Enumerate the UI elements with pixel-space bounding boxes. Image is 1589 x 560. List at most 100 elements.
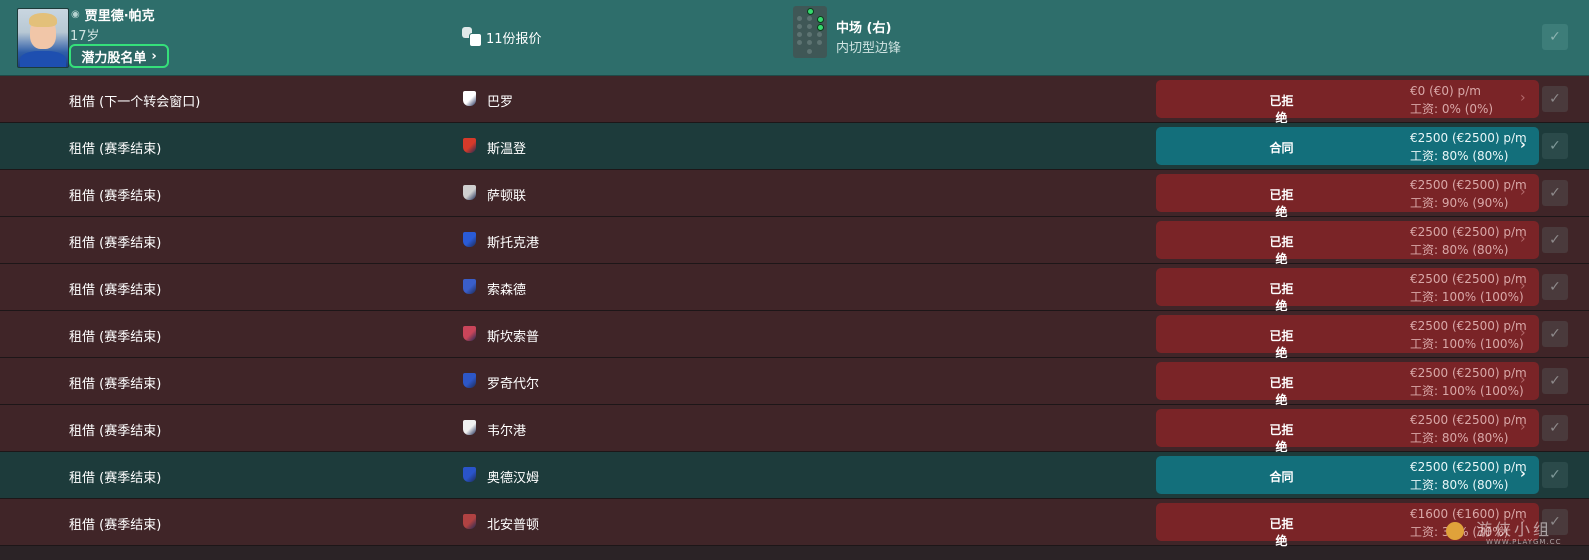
offer-fee: €0 (€0) p/m [1410,84,1481,98]
shortlist-button[interactable]: 潜力股名单 › [69,44,169,68]
check-icon[interactable]: ✓ [1542,180,1568,206]
offer-status-button[interactable]: 已拒绝 €2500 (€2500) p/m 工资: 80% (80%) › [1156,409,1539,454]
club-name[interactable]: 萨顿联 [487,185,526,204]
offer-status: 已拒绝 [1269,329,1294,360]
club-name[interactable]: 斯温登 [487,138,526,157]
table-row[interactable]: 租借 (赛季结束) 韦尔港 已拒绝 €2500 (€2500) p/m 工资: … [0,405,1589,454]
club-name[interactable]: 斯坎索普 [487,326,539,345]
club-name[interactable]: 韦尔港 [487,420,526,439]
person-icon: ◉ [71,9,80,20]
position-pitch-icon [793,6,827,58]
club-badge-icon [463,232,476,247]
check-icon[interactable]: ✓ [1542,274,1568,300]
chevron-right-icon: › [1520,419,1526,435]
offer-fee: €2500 (€2500) p/m [1410,460,1527,474]
club-badge-icon [463,138,476,153]
player-age: 17岁 [70,29,100,44]
offer-status: 已拒绝 [1269,517,1294,548]
offer-wage: 工资: 100% (100%) [1410,290,1524,304]
watermark-url: WWW.PLAYGM.CC [1486,538,1562,546]
offer-wage: 工资: 100% (100%) [1410,337,1524,351]
table-row[interactable]: 租借 (赛季结束) 斯温登 合同 €2500 (€2500) p/m 工资: 8… [0,123,1589,170]
club-name[interactable]: 北安普顿 [487,514,539,533]
offer-status-button[interactable]: 已拒绝 €2500 (€2500) p/m 工资: 90% (90%) › [1156,174,1539,219]
table-row[interactable]: 租借 (赛季结束) 奥德汉姆 合同 €2500 (€2500) p/m 工资: … [0,452,1589,499]
check-icon[interactable]: ✓ [1542,24,1568,50]
offer-status: 已拒绝 [1269,235,1294,266]
club-name[interactable]: 索森德 [487,279,526,298]
table-row[interactable]: 租借 (赛季结束) 北安普顿 已拒绝 €1600 (€1600) p/m 工资:… [0,499,1589,548]
offer-wage: 工资: 100% (100%) [1410,384,1524,398]
shortlist-label: 潜力股名单 [81,50,147,66]
offer-wage: 工资: 90% (90%) [1410,196,1509,210]
deal-type: 租借 (赛季结束) [69,424,162,439]
table-row[interactable]: 租借 (赛季结束) 斯托克港 已拒绝 €2500 (€2500) p/m 工资:… [0,217,1589,266]
chevron-right-icon: › [1520,372,1526,388]
offer-status-button[interactable]: 合同 €2500 (€2500) p/m 工资: 80% (80%) › [1156,456,1539,494]
deal-type: 租借 (赛季结束) [69,142,162,157]
table-row[interactable]: 租借 (赛季结束) 索森德 已拒绝 €2500 (€2500) p/m 工资: … [0,264,1589,313]
offer-wage: 工资: 80% (80%) [1410,149,1509,163]
deal-type: 租借 (赛季结束) [69,236,162,251]
table-row[interactable]: 租借 (下一个转会窗口) 巴罗 已拒绝 €0 (€0) p/m 工资: 0% (… [0,76,1589,125]
watermark-text: 游侠小组 [1476,520,1553,539]
chevron-right-icon: › [1520,231,1526,247]
offers-count: 11份报价 [462,27,542,47]
offer-wage: 工资: 80% (80%) [1410,478,1509,492]
offer-status: 合同 [1269,470,1294,484]
club-badge-icon [463,514,476,529]
player-position: 中场 (右) [836,21,892,36]
offer-status-button[interactable]: 已拒绝 €0 (€0) p/m 工资: 0% (0%) › [1156,80,1539,125]
table-row[interactable]: 租借 (赛季结束) 萨顿联 已拒绝 €2500 (€2500) p/m 工资: … [0,170,1589,219]
check-icon[interactable]: ✓ [1542,415,1568,441]
club-badge-icon [463,420,476,435]
offer-fee: €2500 (€2500) p/m [1410,131,1527,145]
deal-type: 租借 (赛季结束) [69,189,162,204]
check-icon[interactable]: ✓ [1542,368,1568,394]
player-avatar[interactable] [17,8,69,68]
club-name[interactable]: 罗奇代尔 [487,373,539,392]
offer-status: 合同 [1269,141,1294,155]
offer-status: 已拒绝 [1269,423,1294,454]
offers-count-label: 11份报价 [486,31,542,47]
deal-type: 租借 (赛季结束) [69,518,162,533]
deal-type: 租借 (下一个转会窗口) [69,95,201,110]
offer-fee: €2500 (€2500) p/m [1410,366,1527,380]
check-icon[interactable]: ✓ [1542,227,1568,253]
check-icon[interactable]: ✓ [1542,462,1568,488]
offer-status: 已拒绝 [1269,282,1294,313]
offer-fee: €2500 (€2500) p/m [1410,319,1527,333]
chevron-right-icon: › [1520,278,1526,294]
offer-status-button[interactable]: 合同 €2500 (€2500) p/m 工资: 80% (80%) › [1156,127,1539,165]
offer-wage: 工资: 0% (0%) [1410,102,1494,116]
club-name[interactable]: 奥德汉姆 [487,467,539,486]
club-badge-icon [463,279,476,294]
check-icon[interactable]: ✓ [1542,86,1568,112]
player-name[interactable]: ◉ 贾里德·帕克 [71,5,155,24]
table-row[interactable]: 租借 (赛季结束) 罗奇代尔 已拒绝 €2500 (€2500) p/m 工资:… [0,358,1589,407]
club-name[interactable]: 巴罗 [487,91,513,110]
player-header: ◉ 贾里德·帕克 17岁 潜力股名单 › 11份报价 中场 (右) 内切型边锋 … [0,0,1589,77]
deal-type: 租借 (赛季结束) [69,471,162,486]
chevron-right-icon: › [1520,184,1526,200]
watermark: 游侠小组 WWW.PLAYGM.CC [1446,514,1586,554]
check-icon[interactable]: ✓ [1542,133,1568,159]
offer-status-button[interactable]: 已拒绝 €2500 (€2500) p/m 工资: 100% (100%) › [1156,362,1539,407]
club-badge-icon [463,373,476,388]
avatar-hair [29,13,57,27]
offer-status-button[interactable]: 已拒绝 €2500 (€2500) p/m 工资: 100% (100%) › [1156,268,1539,313]
offer-fee: €2500 (€2500) p/m [1410,272,1527,286]
table-row[interactable]: 租借 (赛季结束) 斯坎索普 已拒绝 €2500 (€2500) p/m 工资:… [0,311,1589,360]
avatar-shirt [20,51,66,67]
offer-status-button[interactable]: 已拒绝 €2500 (€2500) p/m 工资: 100% (100%) › [1156,315,1539,360]
check-icon[interactable]: ✓ [1542,321,1568,347]
offers-list: 租借 (下一个转会窗口) 巴罗 已拒绝 €0 (€0) p/m 工资: 0% (… [0,76,1589,548]
offer-status-button[interactable]: 已拒绝 €2500 (€2500) p/m 工资: 80% (80%) › [1156,221,1539,266]
chevron-right-icon: › [151,48,157,64]
chevron-right-icon: › [1520,325,1526,341]
watermark-seal [1446,522,1464,540]
club-name[interactable]: 斯托克港 [487,232,539,251]
offer-status: 已拒绝 [1269,376,1294,407]
club-badge-icon [463,326,476,341]
offer-fee: €2500 (€2500) p/m [1410,225,1527,239]
